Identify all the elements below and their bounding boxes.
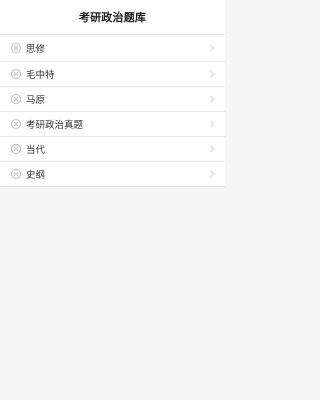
chevron-right-icon: [209, 145, 215, 153]
close-circle-icon: [11, 169, 21, 179]
chevron-right-icon: [209, 95, 215, 103]
list-item-mayuan[interactable]: 马原: [0, 87, 225, 112]
close-circle-icon: [11, 144, 21, 154]
list-item-label: 考研政治真题: [26, 120, 84, 131]
chevron-right-icon: [209, 44, 215, 52]
close-circle-icon: [11, 94, 21, 104]
top-bar: 考研政治题库: [0, 0, 225, 35]
app-screen: 考研政治题库 思修 毛中特 马原 考研政治真题 当代 史纲: [0, 0, 225, 400]
list-item-dangdai[interactable]: 当代: [0, 137, 225, 162]
list-item-label: 马原: [26, 95, 46, 106]
page-title: 考研政治题库: [78, 11, 147, 24]
list-item-label: 史纲: [26, 170, 46, 181]
list-item-label: 毛中特: [26, 70, 55, 81]
close-circle-icon: [11, 43, 21, 53]
list-item-label: 当代: [26, 145, 46, 156]
chevron-right-icon: [209, 70, 215, 78]
chevron-right-icon: [209, 170, 215, 178]
empty-area: [0, 187, 225, 394]
list-item-zhenti[interactable]: 考研政治真题: [0, 112, 225, 137]
close-circle-icon: [11, 69, 21, 79]
chevron-right-icon: [209, 120, 215, 128]
list-item-label: 思修: [26, 44, 46, 55]
list-item-maozhongte[interactable]: 毛中特: [0, 62, 225, 87]
close-circle-icon: [11, 119, 21, 129]
list-item-shigang[interactable]: 史纲: [0, 162, 225, 187]
subject-list: 思修 毛中特 马原 考研政治真题 当代 史纲: [0, 35, 225, 187]
list-item-sixiu[interactable]: 思修: [0, 35, 225, 62]
